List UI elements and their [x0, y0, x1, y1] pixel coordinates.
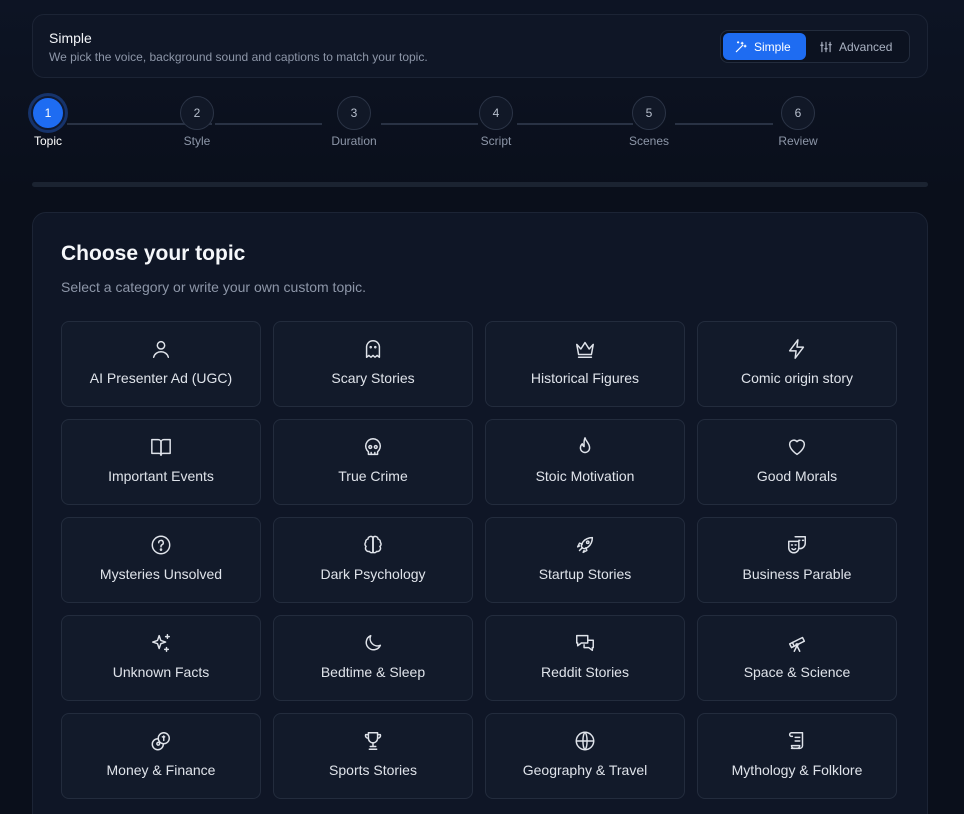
flame-icon — [579, 437, 591, 454]
coins-icon — [151, 732, 170, 751]
topic-label: Startup Stories — [538, 566, 632, 582]
topic-label: True Crime — [338, 468, 408, 484]
step-connector — [517, 123, 633, 125]
lightning-icon — [788, 339, 805, 359]
brain-icon — [364, 535, 382, 554]
topic-important-events[interactable]: Important Events — [61, 419, 261, 505]
topic-money-finance[interactable]: Money & Finance — [61, 713, 261, 799]
topic-label: Scary Stories — [331, 370, 415, 386]
topic-label: Mythology & Folklore — [731, 762, 863, 778]
topic-sports-stories[interactable]: Sports Stories — [273, 713, 473, 799]
scroll-icon — [788, 732, 804, 750]
step-duration[interactable]: 3 Duration — [331, 96, 377, 148]
topic-label: Reddit Stories — [541, 664, 629, 680]
advanced-mode-label: Advanced — [839, 39, 893, 54]
topic-label: AI Presenter Ad (UGC) — [89, 370, 233, 386]
topic-bedtime-sleep[interactable]: Bedtime & Sleep — [273, 615, 473, 701]
topic-startup-stories[interactable]: Startup Stories — [485, 517, 685, 603]
step-label: Topic — [33, 134, 62, 148]
trophy-icon — [364, 732, 382, 750]
sliders-icon — [820, 41, 832, 52]
user-icon — [152, 340, 170, 358]
step-review[interactable]: 6 Review — [778, 96, 818, 148]
step-number: 2 — [180, 96, 214, 130]
crown-icon — [576, 341, 594, 358]
step-connector — [675, 123, 773, 125]
topic-unknown-facts[interactable]: Unknown Facts — [61, 615, 261, 701]
advanced-mode-button[interactable]: Advanced — [808, 33, 908, 60]
telescope-icon — [788, 636, 806, 652]
topic-dark-psychology[interactable]: Dark Psychology — [273, 517, 473, 603]
step-label: Review — [778, 134, 818, 148]
topic-label: Stoic Motivation — [535, 468, 635, 484]
theater-masks-icon — [788, 536, 806, 554]
step-number: 4 — [479, 96, 513, 130]
topic-true-crime[interactable]: True Crime — [273, 419, 473, 505]
topic-label: Geography & Travel — [522, 762, 648, 778]
topic-label: Unknown Facts — [112, 664, 210, 680]
step-number: 5 — [632, 96, 666, 130]
ghost-icon — [365, 340, 381, 358]
topic-label: Historical Figures — [530, 370, 640, 386]
mode-panel: Simple We pick the voice, background sou… — [32, 14, 928, 78]
moon-icon — [365, 634, 382, 651]
topic-business-parable[interactable]: Business Parable — [697, 517, 897, 603]
page-title: Choose your topic — [61, 242, 246, 265]
topic-space-science[interactable]: Space & Science — [697, 615, 897, 701]
wizard-stepper: 1 Topic 2 Style 3 Duration 4 Script 5 Sc… — [30, 96, 928, 156]
step-style[interactable]: 2 Style — [179, 96, 215, 148]
simple-mode-label: Simple — [754, 39, 791, 54]
topic-label: Important Events — [108, 468, 214, 484]
topic-grid: AI Presenter Ad (UGC) Scary Stories Hist… — [61, 321, 901, 799]
mode-toggle: Simple Advanced — [720, 30, 910, 63]
topic-good-morals[interactable]: Good Morals — [697, 419, 897, 505]
step-label: Duration — [331, 134, 377, 148]
topic-scary-stories[interactable]: Scary Stories — [273, 321, 473, 407]
topic-label: Dark Psychology — [320, 566, 426, 582]
topic-label: Mysteries Unsolved — [99, 566, 223, 582]
mode-title: Simple — [49, 30, 92, 46]
topic-ai-presenter-ad[interactable]: AI Presenter Ad (UGC) — [61, 321, 261, 407]
step-number: 3 — [337, 96, 371, 130]
step-number: 1 — [31, 96, 65, 130]
topic-label: Bedtime & Sleep — [320, 664, 426, 680]
skull-icon — [364, 438, 382, 456]
step-label: Script — [480, 134, 512, 148]
step-connector — [215, 123, 322, 125]
topic-label: Good Morals — [756, 468, 838, 484]
step-label: Scenes — [628, 134, 670, 148]
step-topic[interactable]: 1 Topic — [30, 96, 66, 148]
step-label: Style — [183, 134, 211, 148]
globe-icon — [575, 731, 595, 751]
simple-mode-button[interactable]: Simple — [723, 33, 806, 60]
topic-mythology-folklore[interactable]: Mythology & Folklore — [697, 713, 897, 799]
topic-label: Sports Stories — [329, 762, 417, 778]
topic-label: Comic origin story — [740, 370, 854, 386]
topic-comic-origin-story[interactable]: Comic origin story — [697, 321, 897, 407]
wand-sparkles-icon — [735, 40, 747, 52]
question-icon — [151, 535, 171, 555]
sparkles-icon — [152, 634, 170, 652]
mode-description: We pick the voice, background sound and … — [49, 50, 428, 64]
progress-track — [32, 182, 928, 187]
topic-label: Space & Science — [743, 664, 851, 680]
topic-geography-travel[interactable]: Geography & Travel — [485, 713, 685, 799]
topic-panel: Choose your topic Select a category or w… — [32, 212, 928, 814]
topic-label: Business Parable — [742, 566, 852, 582]
chat-bubbles-icon — [576, 634, 594, 652]
topic-label: Money & Finance — [106, 762, 216, 778]
topic-mysteries-unsolved[interactable]: Mysteries Unsolved — [61, 517, 261, 603]
step-number: 6 — [781, 96, 815, 130]
step-connector — [381, 123, 478, 125]
step-script[interactable]: 4 Script — [478, 96, 514, 148]
page-subtitle: Select a category or write your own cust… — [61, 279, 367, 295]
book-icon — [151, 438, 171, 456]
heart-icon — [788, 439, 806, 456]
topic-reddit-stories[interactable]: Reddit Stories — [485, 615, 685, 701]
topic-stoic-motivation[interactable]: Stoic Motivation — [485, 419, 685, 505]
step-scenes[interactable]: 5 Scenes — [628, 96, 670, 148]
rocket-icon — [576, 536, 594, 554]
topic-historical-figures[interactable]: Historical Figures — [485, 321, 685, 407]
